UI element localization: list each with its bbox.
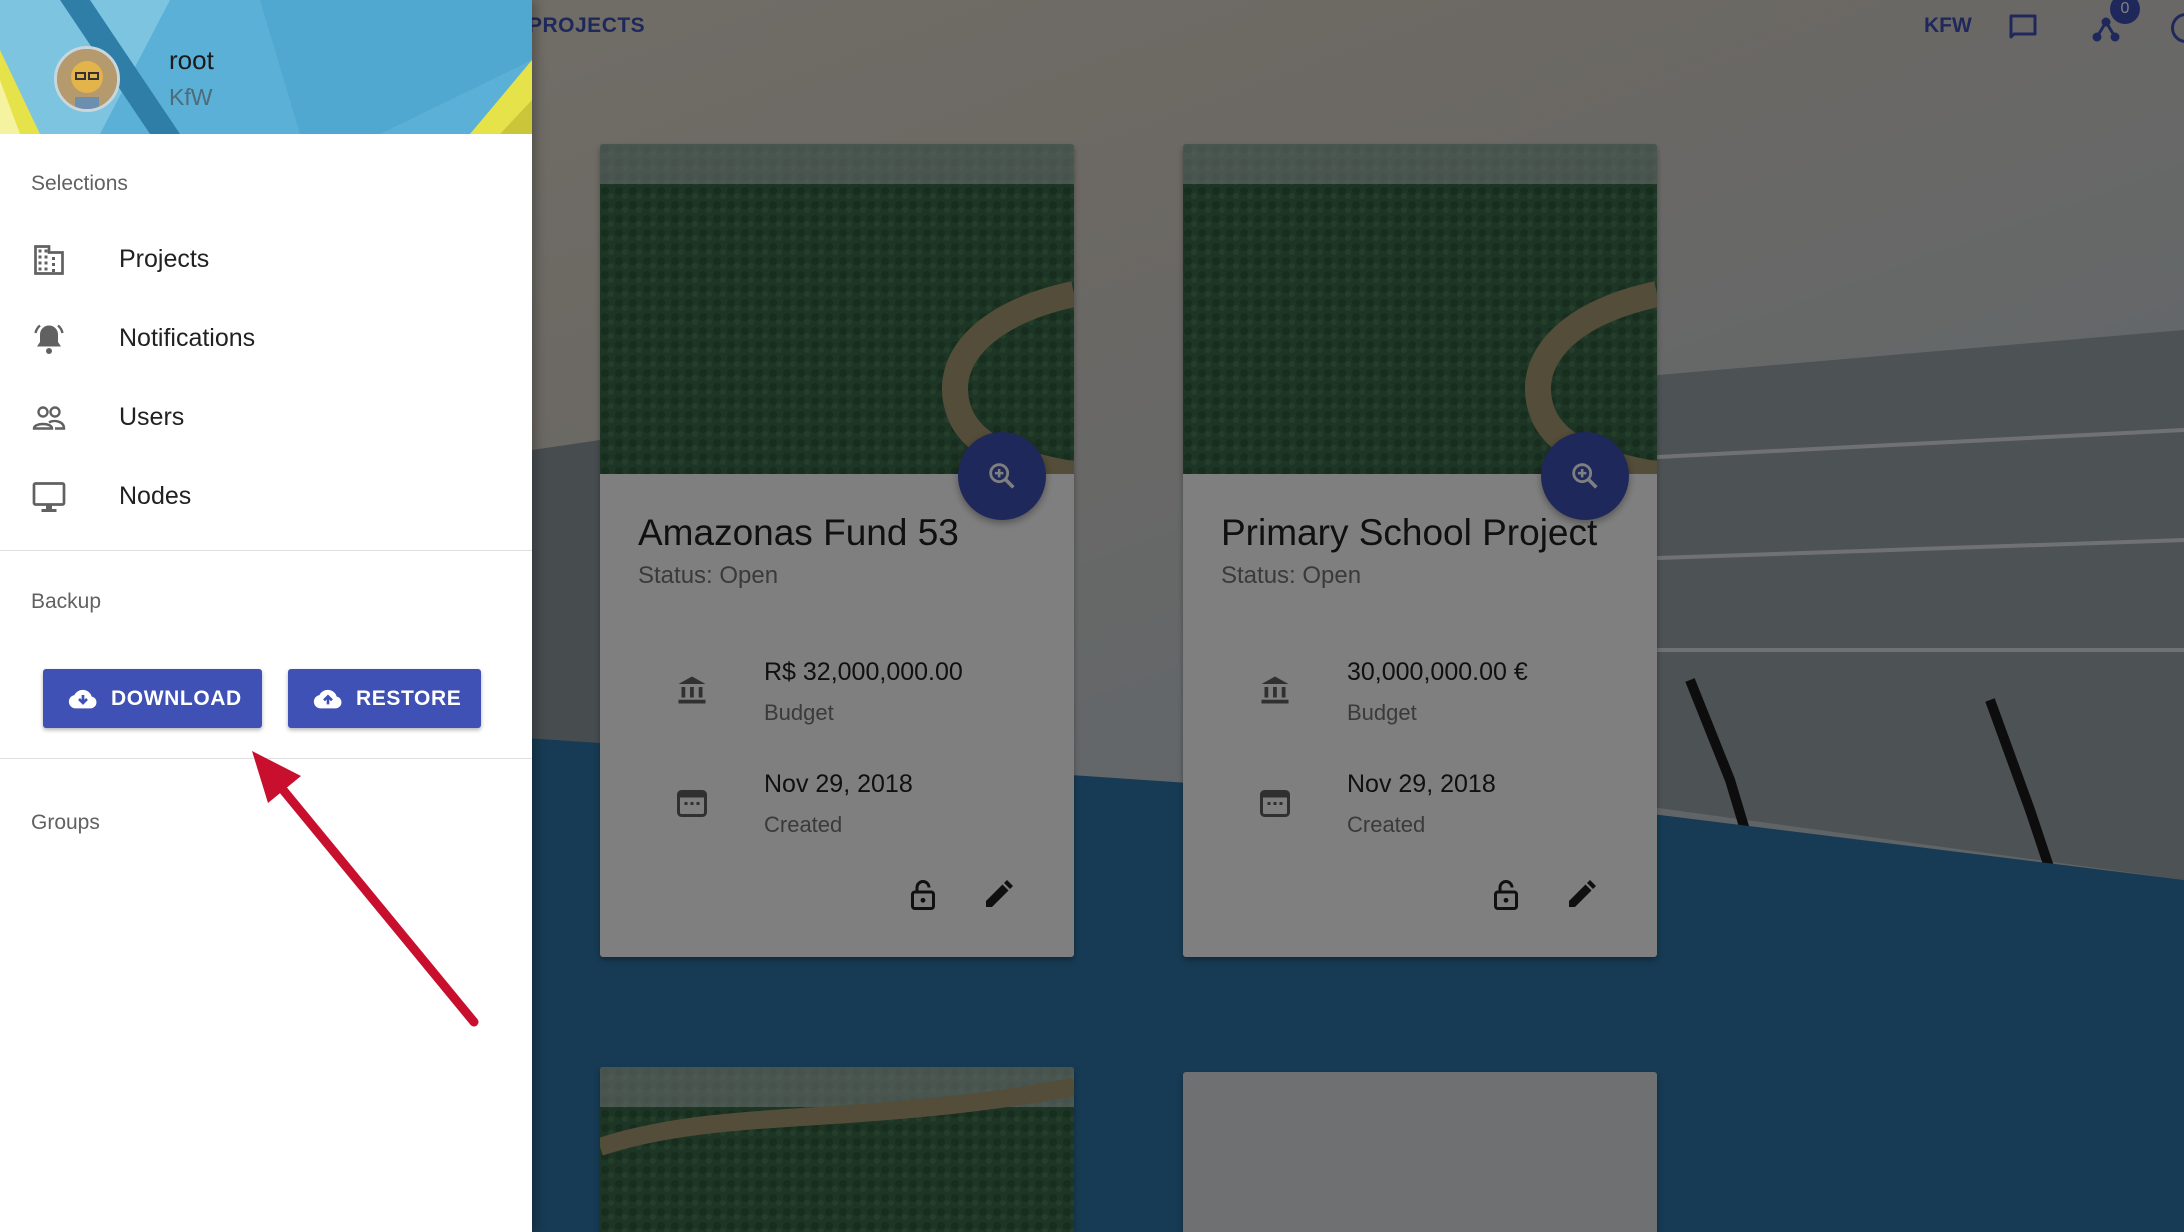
- restore-button-label: RESTORE: [356, 686, 462, 710]
- desktop-icon: [32, 482, 66, 512]
- people-icon: [32, 406, 66, 430]
- backup-heading: Backup: [31, 590, 102, 613]
- divider: [0, 758, 532, 759]
- sidebar-item-label: Users: [119, 403, 185, 431]
- cloud-download-icon: [68, 689, 97, 708]
- groups-heading: Groups: [31, 811, 100, 834]
- sidebar-item-notifications[interactable]: Notifications: [0, 301, 532, 377]
- user-name: root: [169, 45, 214, 75]
- sidebar-item-nodes[interactable]: Nodes: [0, 459, 532, 535]
- sidebar-item-users[interactable]: Users: [0, 380, 532, 456]
- sidebar-item-label: Notifications: [119, 324, 256, 352]
- navigation-drawer: root KfW Selections Projects Notificatio…: [0, 0, 532, 1232]
- drawer-header: root KfW: [0, 0, 532, 134]
- selections-heading: Selections: [31, 172, 128, 195]
- sidebar-item-label: Nodes: [119, 482, 192, 510]
- user-organization: KfW: [169, 84, 213, 110]
- download-button[interactable]: DOWNLOAD: [43, 669, 262, 728]
- restore-button[interactable]: RESTORE: [288, 669, 481, 728]
- divider: [0, 550, 532, 551]
- sidebar-item-label: Projects: [119, 245, 210, 273]
- avatar: [54, 46, 120, 112]
- cloud-upload-icon: [313, 689, 342, 708]
- download-button-label: DOWNLOAD: [111, 686, 242, 710]
- business-icon: [34, 245, 64, 275]
- sidebar-item-projects[interactable]: Projects: [0, 222, 532, 298]
- notifications-active-icon: [34, 324, 64, 354]
